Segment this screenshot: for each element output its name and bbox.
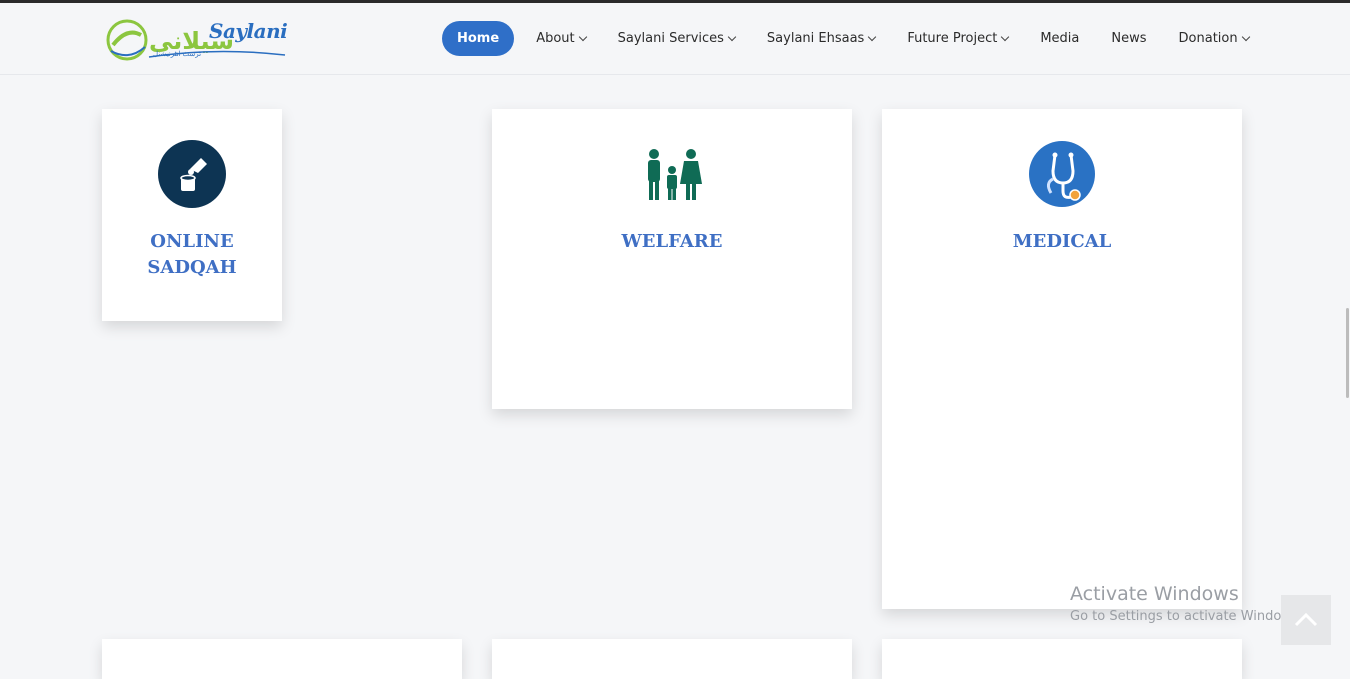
card-bottom-right[interactable]	[882, 639, 1242, 679]
nav-label: About	[536, 31, 575, 46]
scroll-to-top-button[interactable]	[1281, 595, 1331, 645]
card-welfare[interactable]: WELFARE	[492, 109, 852, 409]
nav-home[interactable]: Home	[442, 21, 515, 56]
card-bottom-center[interactable]	[492, 639, 852, 679]
nav-label: Donation	[1178, 31, 1238, 46]
nav-label: Saylani Services	[617, 31, 724, 46]
nav-label: Home	[457, 31, 500, 46]
stethoscope-icon	[1029, 141, 1095, 207]
card-bottom-left[interactable]	[102, 639, 462, 679]
site-header: سیلانی Saylani ٹرسٹ انٹرنیشنل Home About…	[0, 3, 1350, 75]
nav-media[interactable]: Media	[1024, 21, 1095, 56]
chevron-down-icon	[578, 32, 587, 41]
card-title: WELFARE	[621, 231, 723, 252]
card-online-sadqah[interactable]: ONLINE SADQAH	[102, 109, 282, 321]
logo-tagline: ٹرسٹ انٹرنیشنل	[153, 51, 202, 58]
donation-box-icon	[158, 140, 226, 208]
page-scrollbar[interactable]	[1346, 308, 1349, 398]
chevron-up-icon	[1294, 612, 1318, 627]
chevron-down-icon	[727, 32, 737, 41]
card-title: ONLINE SADQAH	[147, 231, 237, 278]
watermark-subtitle: Go to Settings to activate Windows.	[1070, 609, 1303, 624]
nav-label: Saylani Ehsaas	[766, 31, 865, 46]
nav-saylani-services[interactable]: Saylani Services	[602, 21, 751, 56]
nav-about[interactable]: About	[520, 21, 601, 56]
chevron-down-icon	[1001, 32, 1010, 41]
nav-label: News	[1111, 31, 1147, 46]
chevron-down-icon	[868, 32, 877, 41]
site-logo[interactable]: سیلانی Saylani ٹرسٹ انٹرنیشنل	[105, 17, 288, 63]
main-nav: Home About Saylani Services Saylani Ehsa…	[442, 21, 1265, 56]
nav-label: Media	[1040, 31, 1080, 46]
logo-text: Saylani	[209, 19, 288, 43]
card-medical[interactable]: MEDICAL	[882, 109, 1242, 609]
card-title: MEDICAL	[1012, 231, 1112, 252]
watermark-title: Activate Windows	[1070, 583, 1239, 605]
nav-news[interactable]: News	[1095, 21, 1162, 56]
nav-future-project[interactable]: Future Project	[891, 21, 1024, 56]
family-icon	[648, 149, 702, 200]
chevron-down-icon	[1241, 32, 1250, 41]
nav-saylani-ehsaas[interactable]: Saylani Ehsaas	[751, 21, 891, 56]
windows-activation-watermark: Activate Windows Go to Settings to activ…	[1070, 582, 1303, 628]
nav-label: Future Project	[907, 31, 998, 46]
nav-donation[interactable]: Donation	[1163, 21, 1265, 56]
